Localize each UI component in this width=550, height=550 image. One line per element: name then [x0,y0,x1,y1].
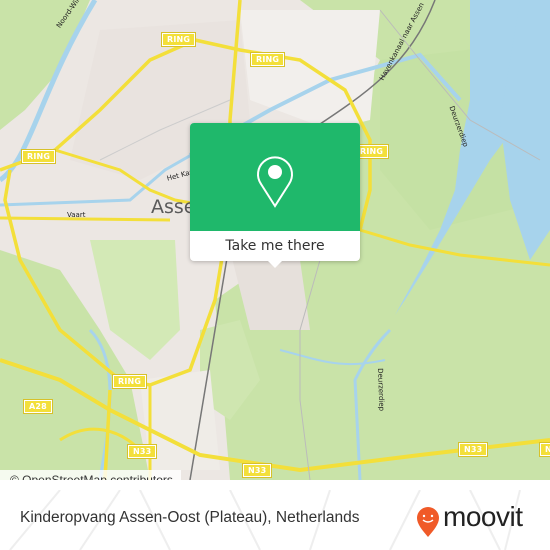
road-shield-a28: A28 [23,399,53,414]
popup-pointer [267,260,283,268]
road-shield-n33: N33 [126,444,158,459]
road-shield-ring: RING [160,32,197,47]
map-view[interactable]: RING RING RING RING RING A28 N33 N33 N33… [0,0,550,480]
place-name: Kinderopvang Assen-Oost (Plateau), Nethe… [20,509,360,526]
moovit-pin-icon [417,507,439,537]
take-me-there-button[interactable]: Take me there [190,231,360,261]
footer: Kinderopvang Assen-Oost (Plateau), Nethe… [0,490,550,550]
river-label: Deurzerdiep [376,368,386,412]
road-shield-ring: RING [111,374,148,389]
location-popup: Take me there [190,123,360,268]
road-shield-n33: N [539,442,550,457]
road-shield-ring: RING [249,52,286,67]
road-shield-n33: N33 [457,442,489,457]
map-attribution[interactable]: © OpenStreetMap contributors [0,470,181,480]
road-shield-ring: RING [20,149,57,164]
road-shield-n33: N33 [241,463,273,478]
location-pin-icon [257,156,293,208]
street-label: Vaart [67,211,86,219]
moovit-wordmark: moovit [443,501,523,532]
popup-header [190,123,360,231]
moovit-logo[interactable]: moovit [416,501,536,538]
